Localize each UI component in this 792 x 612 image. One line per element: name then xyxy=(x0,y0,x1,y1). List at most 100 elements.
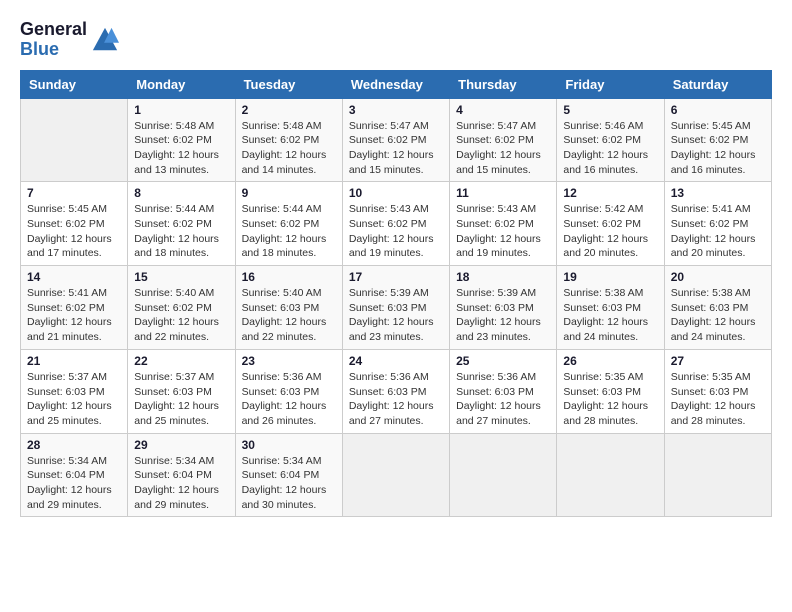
day-info: Sunrise: 5:45 AM Sunset: 6:02 PM Dayligh… xyxy=(27,202,121,261)
calendar-cell: 5 Sunrise: 5:46 AM Sunset: 6:02 PM Daylig… xyxy=(557,98,664,182)
day-number: 22 xyxy=(134,354,228,368)
day-number: 6 xyxy=(671,103,765,117)
day-info: Sunrise: 5:36 AM Sunset: 6:03 PM Dayligh… xyxy=(349,370,443,429)
calendar-cell: 26 Sunrise: 5:35 AM Sunset: 6:03 PM Dayli… xyxy=(557,349,664,433)
calendar-cell: 8 Sunrise: 5:44 AM Sunset: 6:02 PM Daylig… xyxy=(128,182,235,266)
calendar-cell: 30 Sunrise: 5:34 AM Sunset: 6:04 PM Dayli… xyxy=(235,433,342,517)
day-number: 28 xyxy=(27,438,121,452)
day-number: 7 xyxy=(27,186,121,200)
calendar-cell: 24 Sunrise: 5:36 AM Sunset: 6:03 PM Dayli… xyxy=(342,349,449,433)
day-info: Sunrise: 5:34 AM Sunset: 6:04 PM Dayligh… xyxy=(242,454,336,513)
day-info: Sunrise: 5:48 AM Sunset: 6:02 PM Dayligh… xyxy=(242,119,336,178)
day-info: Sunrise: 5:34 AM Sunset: 6:04 PM Dayligh… xyxy=(134,454,228,513)
day-info: Sunrise: 5:41 AM Sunset: 6:02 PM Dayligh… xyxy=(671,202,765,261)
calendar-cell: 20 Sunrise: 5:38 AM Sunset: 6:03 PM Dayli… xyxy=(664,266,771,350)
day-number: 10 xyxy=(349,186,443,200)
calendar-week-row: 21 Sunrise: 5:37 AM Sunset: 6:03 PM Dayli… xyxy=(21,349,772,433)
calendar-cell: 28 Sunrise: 5:34 AM Sunset: 6:04 PM Dayli… xyxy=(21,433,128,517)
day-number: 29 xyxy=(134,438,228,452)
day-number: 30 xyxy=(242,438,336,452)
day-info: Sunrise: 5:39 AM Sunset: 6:03 PM Dayligh… xyxy=(349,286,443,345)
calendar-header-cell: Monday xyxy=(128,70,235,98)
calendar-cell: 11Sunrise: 5:43 AM Sunset: 6:02 PM Dayli… xyxy=(450,182,557,266)
day-info: Sunrise: 5:42 AM Sunset: 6:02 PM Dayligh… xyxy=(563,202,657,261)
day-info: Sunrise: 5:46 AM Sunset: 6:02 PM Dayligh… xyxy=(563,119,657,178)
calendar-cell: 1Sunrise: 5:48 AM Sunset: 6:02 PM Daylig… xyxy=(128,98,235,182)
day-number: 1 xyxy=(134,103,228,117)
calendar-cell: 25 Sunrise: 5:36 AM Sunset: 6:03 PM Dayli… xyxy=(450,349,557,433)
calendar-header-cell: Thursday xyxy=(450,70,557,98)
calendar-cell: 14Sunrise: 5:41 AM Sunset: 6:02 PM Dayli… xyxy=(21,266,128,350)
day-info: Sunrise: 5:39 AM Sunset: 6:03 PM Dayligh… xyxy=(456,286,550,345)
calendar-header-cell: Wednesday xyxy=(342,70,449,98)
day-info: Sunrise: 5:34 AM Sunset: 6:04 PM Dayligh… xyxy=(27,454,121,513)
day-number: 25 xyxy=(456,354,550,368)
day-info: Sunrise: 5:37 AM Sunset: 6:03 PM Dayligh… xyxy=(134,370,228,429)
day-info: Sunrise: 5:44 AM Sunset: 6:02 PM Dayligh… xyxy=(242,202,336,261)
day-info: Sunrise: 5:35 AM Sunset: 6:03 PM Dayligh… xyxy=(671,370,765,429)
day-info: Sunrise: 5:38 AM Sunset: 6:03 PM Dayligh… xyxy=(563,286,657,345)
calendar-cell xyxy=(557,433,664,517)
calendar-cell: 9 Sunrise: 5:44 AM Sunset: 6:02 PM Daylig… xyxy=(235,182,342,266)
calendar-cell: 7 Sunrise: 5:45 AM Sunset: 6:02 PM Daylig… xyxy=(21,182,128,266)
page-header: GeneralBlue xyxy=(20,20,772,60)
day-number: 20 xyxy=(671,270,765,284)
day-info: Sunrise: 5:36 AM Sunset: 6:03 PM Dayligh… xyxy=(456,370,550,429)
calendar-cell xyxy=(664,433,771,517)
day-info: Sunrise: 5:45 AM Sunset: 6:02 PM Dayligh… xyxy=(671,119,765,178)
logo: GeneralBlue xyxy=(20,20,119,60)
day-number: 13 xyxy=(671,186,765,200)
calendar-week-row: 1 Sunrise: 5:48 AM Sunset: 6:02 PM Daylig… xyxy=(21,98,772,182)
day-number: 17 xyxy=(349,270,443,284)
calendar-cell xyxy=(342,433,449,517)
calendar-cell xyxy=(21,98,128,182)
calendar-header-row: SundayMondayTuesdayWednesdayThursdayFrid… xyxy=(21,70,772,98)
day-number: 19 xyxy=(563,270,657,284)
calendar-body: 1 Sunrise: 5:48 AM Sunset: 6:02 PM Daylig… xyxy=(21,98,772,517)
day-number: 5 xyxy=(563,103,657,117)
calendar-cell: 2Sunrise: 5:48 AM Sunset: 6:02 PM Daylig… xyxy=(235,98,342,182)
calendar-header-cell: Saturday xyxy=(664,70,771,98)
day-number: 4 xyxy=(456,103,550,117)
calendar-week-row: 14Sunrise: 5:41 AM Sunset: 6:02 PM Dayli… xyxy=(21,266,772,350)
day-number: 18 xyxy=(456,270,550,284)
calendar-week-row: 28 Sunrise: 5:34 AM Sunset: 6:04 PM Dayli… xyxy=(21,433,772,517)
day-number: 12 xyxy=(563,186,657,200)
calendar-cell xyxy=(450,433,557,517)
day-number: 9 xyxy=(242,186,336,200)
calendar-cell: 13 Sunrise: 5:41 AM Sunset: 6:02 PM Dayli… xyxy=(664,182,771,266)
day-number: 16 xyxy=(242,270,336,284)
day-info: Sunrise: 5:40 AM Sunset: 6:03 PM Dayligh… xyxy=(242,286,336,345)
calendar-cell: 16 Sunrise: 5:40 AM Sunset: 6:03 PM Dayli… xyxy=(235,266,342,350)
day-number: 21 xyxy=(27,354,121,368)
day-number: 15 xyxy=(134,270,228,284)
logo-icon xyxy=(91,26,119,54)
calendar-cell: 15 Sunrise: 5:40 AM Sunset: 6:02 PM Dayli… xyxy=(128,266,235,350)
day-number: 8 xyxy=(134,186,228,200)
day-info: Sunrise: 5:40 AM Sunset: 6:02 PM Dayligh… xyxy=(134,286,228,345)
day-info: Sunrise: 5:35 AM Sunset: 6:03 PM Dayligh… xyxy=(563,370,657,429)
day-info: Sunrise: 5:36 AM Sunset: 6:03 PM Dayligh… xyxy=(242,370,336,429)
calendar-cell: 27Sunrise: 5:35 AM Sunset: 6:03 PM Dayli… xyxy=(664,349,771,433)
day-number: 26 xyxy=(563,354,657,368)
calendar-cell: 10 Sunrise: 5:43 AM Sunset: 6:02 PM Dayli… xyxy=(342,182,449,266)
day-number: 23 xyxy=(242,354,336,368)
day-number: 24 xyxy=(349,354,443,368)
day-info: Sunrise: 5:37 AM Sunset: 6:03 PM Dayligh… xyxy=(27,370,121,429)
day-info: Sunrise: 5:38 AM Sunset: 6:03 PM Dayligh… xyxy=(671,286,765,345)
day-info: Sunrise: 5:43 AM Sunset: 6:02 PM Dayligh… xyxy=(456,202,550,261)
calendar-table: SundayMondayTuesdayWednesdayThursdayFrid… xyxy=(20,70,772,518)
calendar-cell: 4 Sunrise: 5:47 AM Sunset: 6:02 PM Daylig… xyxy=(450,98,557,182)
day-info: Sunrise: 5:44 AM Sunset: 6:02 PM Dayligh… xyxy=(134,202,228,261)
day-info: Sunrise: 5:47 AM Sunset: 6:02 PM Dayligh… xyxy=(456,119,550,178)
calendar-cell: 21 Sunrise: 5:37 AM Sunset: 6:03 PM Dayli… xyxy=(21,349,128,433)
calendar-header-cell: Friday xyxy=(557,70,664,98)
day-info: Sunrise: 5:43 AM Sunset: 6:02 PM Dayligh… xyxy=(349,202,443,261)
calendar-cell: 17 Sunrise: 5:39 AM Sunset: 6:03 PM Dayli… xyxy=(342,266,449,350)
calendar-week-row: 7 Sunrise: 5:45 AM Sunset: 6:02 PM Daylig… xyxy=(21,182,772,266)
day-info: Sunrise: 5:47 AM Sunset: 6:02 PM Dayligh… xyxy=(349,119,443,178)
day-number: 3 xyxy=(349,103,443,117)
calendar-cell: 3 Sunrise: 5:47 AM Sunset: 6:02 PM Daylig… xyxy=(342,98,449,182)
day-number: 14 xyxy=(27,270,121,284)
logo-text: GeneralBlue xyxy=(20,20,87,60)
